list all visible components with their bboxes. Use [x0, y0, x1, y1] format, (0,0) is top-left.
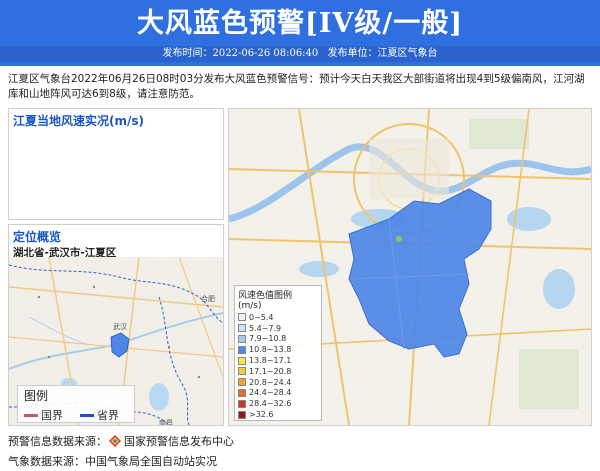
legend-row: 20.8~24.4	[235, 377, 321, 388]
legend-range: 24.4~28.4	[249, 388, 292, 398]
warning-source-link[interactable]: 国家预警信息发布中心	[124, 433, 234, 449]
legend-swatch	[238, 313, 246, 322]
alert-title: 大风蓝色预警[IV级/一般]	[137, 8, 463, 39]
legend-swatch	[238, 388, 246, 397]
national-border-label: 国界	[41, 409, 63, 422]
legend-range: 0~5.4	[249, 312, 274, 322]
city-label-hefei: 合肥	[201, 294, 215, 303]
legend-swatch	[238, 410, 246, 419]
legend-range: 13.8~17.1	[249, 356, 292, 366]
legend-province-border: 省界	[80, 407, 119, 423]
legend-range: 28.4~32.6	[249, 399, 292, 409]
legend-swatch	[238, 367, 246, 376]
legend-row: 28.4~32.6	[235, 398, 321, 409]
wind-color-legend: 风速色值图例 (m/s) 0~5.4 5.4~7.9 7.9~10.8 10.8…	[234, 285, 322, 421]
legend-row: 17.1~20.8	[235, 366, 321, 377]
province-border-swatch	[80, 413, 94, 417]
city-label-nanchang: 南昌	[159, 418, 173, 425]
legend-row: 5.4~7.9	[235, 323, 321, 334]
legend-row: 10.8~13.8	[235, 344, 321, 355]
legend-swatch	[238, 378, 246, 387]
overview-legend-title: 图例	[24, 389, 49, 403]
legend-national-border: 国界	[24, 407, 63, 423]
publisher: 发布单位：江夏区气象台	[327, 48, 438, 59]
legend-row: >32.6	[235, 409, 321, 420]
legend-range: 20.8~24.4	[249, 377, 292, 387]
publish-time: 发布时间：2022-06-26 08:06:40	[162, 48, 319, 59]
legend-range: 17.1~20.8	[249, 366, 292, 376]
warning-center-logo-icon	[109, 435, 121, 447]
legend-swatch	[238, 345, 246, 354]
legend-range: >32.6	[249, 410, 274, 420]
legend-row: 7.9~10.8	[235, 334, 321, 345]
wind-map-panel[interactable]: 风速色值图例 (m/s) 0~5.4 5.4~7.9 7.9~10.8 10.8…	[228, 108, 592, 426]
alert-header: 大风蓝色预警[IV级/一般] 发布时间：2022-06-26 08:06:40 …	[0, 0, 600, 66]
legend-swatch	[238, 334, 246, 343]
alert-description: 江夏区气象台2022年06月26日08时03分发布大风蓝色预警信号：预计今天白天…	[8, 73, 585, 100]
legend-swatch	[238, 324, 246, 333]
legend-range: 10.8~13.8	[249, 345, 292, 355]
legend-swatch	[238, 356, 246, 365]
warning-source: 预警信息数据来源： 国家预警信息发布中心	[8, 433, 234, 449]
alert-meta: 发布时间：2022-06-26 08:06:40 发布单位：江夏区气象台	[0, 46, 600, 62]
wind-legend-title: 风速色值图例 (m/s)	[238, 291, 293, 311]
wind-speed-panel: 江夏当地风速实况(m/s)	[8, 108, 224, 220]
weather-source: 气象数据来源：中国气象局全国自动站实况	[8, 455, 217, 468]
city-label-wuhan: 武汉	[113, 322, 127, 331]
legend-range: 5.4~7.9	[249, 323, 282, 333]
national-border-swatch	[24, 413, 38, 417]
legend-swatch	[238, 399, 246, 408]
legend-row: 0~5.4	[235, 312, 321, 323]
province-border-label: 省界	[97, 409, 119, 422]
legend-range: 7.9~10.8	[249, 334, 287, 344]
location-panel-title: 定位概览	[13, 230, 62, 244]
location-overview-panel: 定位概览 湖北省-武汉市-江夏区 合肥 武汉 南昌 图例 国界 省界	[8, 224, 224, 426]
wind-panel-title: 江夏当地风速实况(m/s)	[13, 114, 144, 128]
warning-source-label: 预警信息数据来源：	[8, 435, 107, 448]
legend-row: 13.8~17.1	[235, 355, 321, 366]
legend-row: 24.4~28.4	[235, 388, 321, 399]
overview-legend: 图例 国界 省界	[17, 385, 135, 423]
